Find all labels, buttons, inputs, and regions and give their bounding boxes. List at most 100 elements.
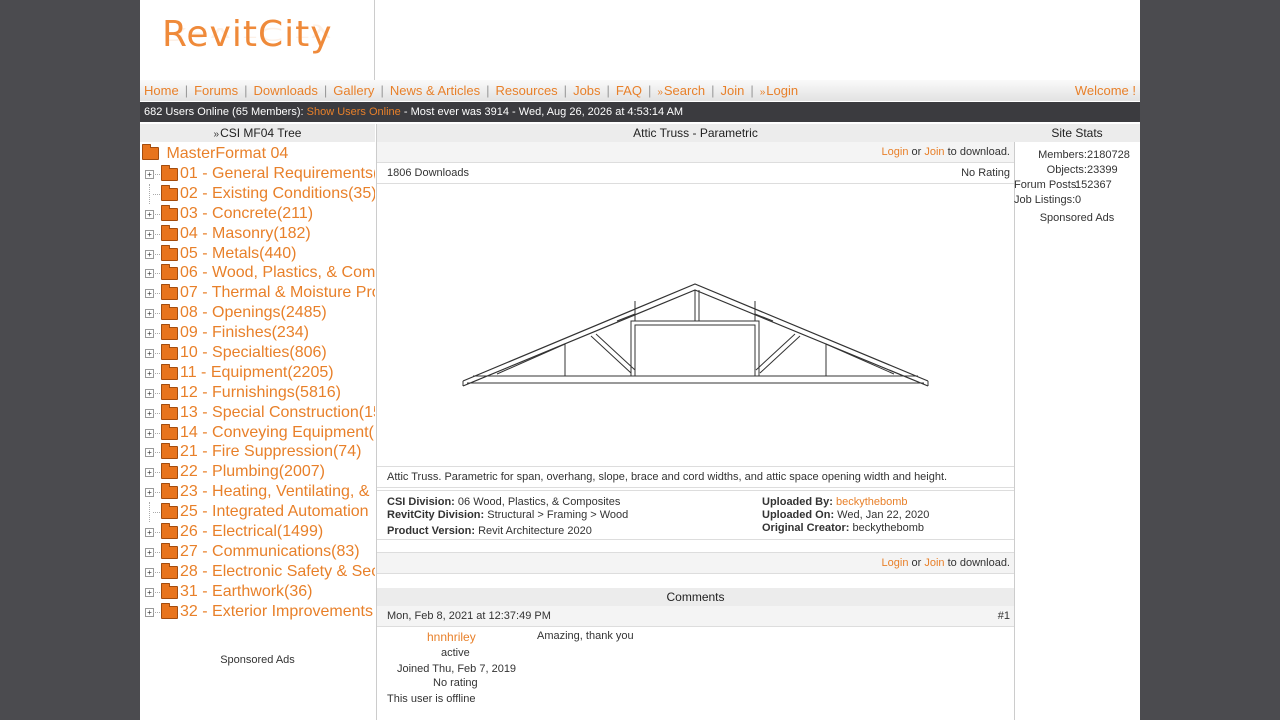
comment-text: Amazing, thank you [537,630,634,642]
tree-item[interactable]: +09 - Finishes(234) [140,323,375,343]
tree-connector [153,611,160,613]
comment-permalink[interactable]: #1 [998,606,1010,626]
login-to-download-top: Login or Join to download. [377,142,1014,163]
stat-label: Forum Posts: [1014,179,1080,191]
comment-meta-row: Mon, Feb 8, 2021 at 12:37:49 PM #1 [377,606,1014,627]
header: RevitCity RevitCity [140,0,1140,80]
tree-item[interactable]: +12 - Furnishings(5816) [140,383,375,403]
uploaded-on-row: Uploaded On: Wed, Jan 22, 2020 [762,509,929,521]
comment-user-offline: This user is offline [387,693,476,705]
folder-icon [161,165,178,181]
nav-login-label: Login [766,83,799,98]
tree-item[interactable]: +32 - Exterior Improvements [140,602,375,622]
original-creator-row: Original Creator: beckythebomb [762,522,924,534]
tree-connector [153,253,160,255]
uploaded-on-value: Wed, Jan 22, 2020 [837,509,930,521]
tree-item-label: 06 - Wood, Plastics, & Comp [180,264,375,282]
tree-item[interactable]: +01 - General Requirements( [140,164,375,184]
nav-news[interactable]: News & Articles [390,83,480,98]
tree-item[interactable]: +31 - Earthwork(36) [140,582,375,602]
login-link[interactable]: Login [882,146,909,158]
category-tree-panel: »CSI MF04 Tree MasterFormat 04 +01 - Gen… [140,124,375,720]
nav-jobs[interactable]: Jobs [573,83,600,98]
login-link-bottom[interactable]: Login [882,557,909,569]
tree-item[interactable]: +28 - Electronic Safety & Sec [140,562,375,582]
tree-item[interactable]: +05 - Metals(440) [140,244,375,264]
join-link[interactable]: Join [924,146,944,158]
logo-area[interactable]: RevitCity RevitCity [140,0,375,80]
uploader-link[interactable]: beckythebomb [836,496,908,508]
login-to-download-bottom: Login or Join to download. [377,553,1014,574]
show-users-online-link[interactable]: Show Users Online [307,106,401,118]
nav-items: Home | Forums | Downloads | Gallery | News & Art… [144,83,799,98]
sponsored-ads-right: Sponsored Ads [1039,212,1115,224]
tree-connector [153,372,160,374]
nav-search[interactable]: »Search [657,83,705,98]
tree-item[interactable]: +07 - Thermal & Moisture Pro [140,283,375,303]
item-description: Attic Truss. Parametric for span, overha… [377,467,1014,488]
nav-faq[interactable]: FAQ [616,83,642,98]
join-link-bottom[interactable]: Join [924,557,944,569]
tree-connector [149,502,150,523]
tree-item[interactable]: +04 - Masonry(182) [140,224,375,244]
nav-resources[interactable]: Resources [496,83,558,98]
tree-item[interactable]: +23 - Heating, Ventilating, & [140,482,375,502]
tree-item[interactable]: +27 - Communications(83) [140,542,375,562]
tree-header[interactable]: »CSI MF04 Tree [140,124,375,142]
tree-item[interactable]: 25 - Integrated Automation [140,502,375,523]
folder-icon [161,483,178,500]
tree-connector [153,313,160,315]
welcome-link[interactable]: Welcome ! [1075,80,1136,101]
or-text: or [911,146,922,158]
nav-login[interactable]: »Login [760,83,798,98]
folder-icon [161,602,178,619]
nav-join[interactable]: Join [720,83,744,98]
tree-item[interactable]: +11 - Equipment(2205) [140,363,375,383]
folder-icon [142,144,159,161]
tree-item[interactable]: +26 - Electrical(1499) [140,522,375,542]
folder-icon [161,264,178,281]
comment-user-joined: Joined Thu, Feb 7, 2019 [397,663,517,675]
tree-item[interactable]: +06 - Wood, Plastics, & Comp [140,263,375,283]
folder-icon [161,363,178,380]
tree-item[interactable]: +03 - Concrete(211) [140,204,375,224]
folder-icon [161,324,178,341]
original-creator-label: Original Creator: [762,522,850,534]
comment-user-link[interactable]: hnnhriley [427,630,476,644]
tree-item-label: 09 - Finishes(234) [180,324,309,342]
tree-item[interactable]: +21 - Fire Suppression(74) [140,442,375,462]
tree-item-label: 25 - Integrated Automation [180,503,369,521]
tree-item[interactable]: +22 - Plumbing(2007) [140,462,375,482]
folder-icon [161,542,178,559]
tree-item-label: 26 - Electrical(1499) [180,523,324,541]
folder-icon [161,224,178,241]
category-tree: MasterFormat 04 +01 - General Requiremen… [140,144,375,621]
tree-connector [153,193,160,195]
nav-downloads[interactable]: Downloads [254,83,318,98]
tree-item[interactable]: +14 - Conveying Equipment( [140,423,375,443]
tree-title: CSI MF04 Tree [220,126,302,140]
original-creator-value: beckythebomb [852,522,925,534]
tree-connector [153,353,160,355]
folder-icon [161,244,178,261]
truss-preview-image [377,184,1014,467]
tree-connector [153,174,160,175]
tree-item[interactable]: +10 - Specialties(806) [140,343,375,363]
folder-icon [161,582,178,599]
tree-connector [153,591,160,593]
nav-home[interactable]: Home [144,83,179,98]
stat-label: Members: [1038,149,1087,161]
tree-item-label: 28 - Electronic Safety & Sec [180,562,375,580]
tree-root[interactable]: MasterFormat 04 [140,144,375,164]
nav-forums[interactable]: Forums [194,83,238,98]
revitcity-division-row: RevitCity Division: Structural > Framing… [387,509,628,521]
tree-item[interactable]: +08 - Openings(2485) [140,303,375,323]
tree-item[interactable]: 02 - Existing Conditions(35) [140,183,375,204]
tree-connector [153,293,160,295]
download-info-row: 1806 Downloads No Rating [377,163,1014,184]
tree-item-label: 32 - Exterior Improvements [180,602,373,620]
tree-item[interactable]: +13 - Special Construction(15 [140,403,375,423]
comment-user-status: active [441,647,470,659]
stat-value: 152367 [1075,179,1112,191]
nav-gallery[interactable]: Gallery [333,83,374,98]
